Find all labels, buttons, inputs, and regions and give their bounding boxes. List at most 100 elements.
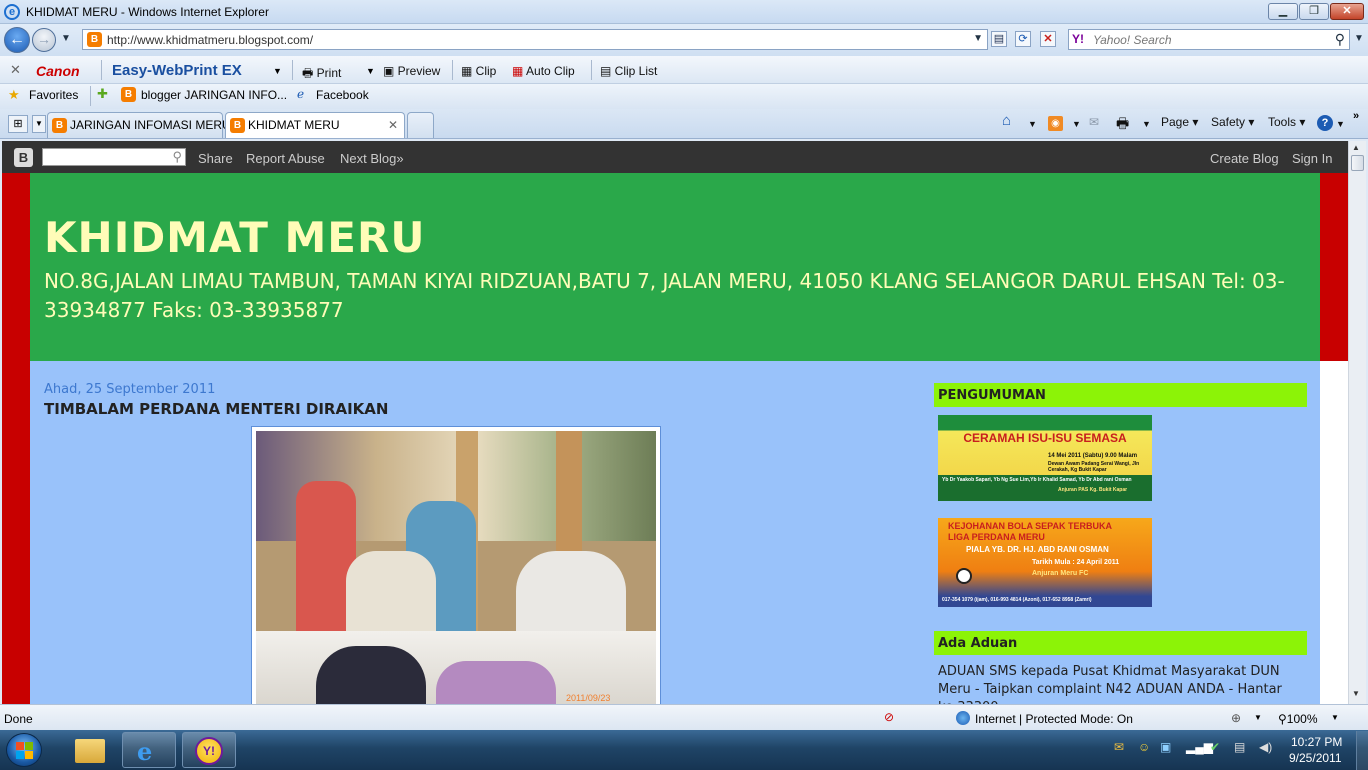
status-text: Done bbox=[4, 712, 33, 726]
refresh-icon[interactable]: ⟳ bbox=[1015, 31, 1031, 47]
search-box[interactable]: Y! Yahoo! Search ⚲ bbox=[1068, 29, 1350, 50]
close-tab-icon[interactable]: ✕ bbox=[388, 113, 398, 137]
stop-icon[interactable]: ✕ bbox=[1040, 31, 1056, 47]
sign-in-link[interactable]: Sign In bbox=[1292, 151, 1332, 166]
clip-button[interactable]: ▦ Clip bbox=[461, 64, 496, 78]
minimize-button[interactable]: ▁ bbox=[1268, 3, 1298, 20]
scroll-down-icon[interactable]: ▼ bbox=[1352, 689, 1360, 698]
tray-messenger-icon[interactable]: ✉ bbox=[1114, 740, 1124, 754]
blog-header: KHIDMAT MERU NO.8G,JALAN LIMAU TAMBUN, T… bbox=[30, 173, 1320, 361]
start-button[interactable] bbox=[6, 733, 42, 767]
tab-jaringan[interactable]: B JARINGAN INFOMASI MERU bbox=[47, 112, 231, 138]
address-bar[interactable]: B http://www.khidmatmeru.blogspot.com/ ▼ bbox=[82, 29, 988, 50]
favorites-star-icon: ★ bbox=[8, 87, 20, 102]
quick-tabs-icon[interactable]: ⊞ bbox=[8, 115, 28, 133]
folder-icon bbox=[75, 739, 105, 763]
zoom-dropdown-icon[interactable]: ▼ bbox=[1331, 713, 1339, 722]
auto-clip-button[interactable]: ▦ Auto Clip bbox=[512, 64, 575, 78]
blog-search-input[interactable]: ⚲ bbox=[42, 148, 186, 166]
show-desktop-button[interactable] bbox=[1356, 731, 1368, 770]
print-icon[interactable]: 🖶 bbox=[1116, 113, 1129, 137]
clip-list-icon: ▤ bbox=[600, 64, 615, 78]
page-menu[interactable]: Page ▾ bbox=[1161, 115, 1198, 129]
forward-button[interactable]: → bbox=[32, 28, 56, 52]
event-photo: 2011/09/23 bbox=[256, 431, 656, 704]
product-dropdown-icon[interactable]: ▼ bbox=[273, 66, 282, 76]
privacy-icon[interactable]: ⊘ bbox=[884, 710, 894, 724]
banner-bola-sepak[interactable]: KEJOHANAN BOLA SEPAK TERBUKA LIGA PERDAN… bbox=[938, 518, 1152, 607]
report-abuse-link[interactable]: Report Abuse bbox=[246, 151, 325, 166]
easy-webprint-menu[interactable]: Easy-WebPrint EX bbox=[112, 62, 242, 79]
tray-signal-icon[interactable]: ▂▄▆ bbox=[1186, 740, 1213, 754]
home-icon[interactable]: ⌂ bbox=[1002, 112, 1011, 129]
clip-list-button[interactable]: ▤ Clip List bbox=[600, 64, 657, 78]
vertical-scrollbar[interactable]: ▲ ▼ bbox=[1348, 141, 1366, 704]
announcement-heading: PENGUMUMAN bbox=[934, 383, 1307, 407]
blog-title[interactable]: KHIDMAT MERU bbox=[44, 213, 425, 262]
history-dropdown-icon[interactable]: ▼ bbox=[61, 33, 71, 44]
explorer-taskbar-button[interactable] bbox=[62, 732, 116, 768]
preview-button[interactable]: ▣ Preview bbox=[383, 64, 440, 78]
scroll-thumb[interactable] bbox=[1351, 155, 1364, 171]
address-dropdown-icon[interactable]: ▼ bbox=[973, 33, 983, 44]
create-blog-link[interactable]: Create Blog bbox=[1210, 151, 1279, 166]
add-favorite-icon[interactable]: ✚ bbox=[97, 86, 108, 102]
search-icon[interactable]: ⚲ bbox=[172, 149, 182, 165]
mail-icon[interactable]: ✉ bbox=[1089, 115, 1099, 129]
clock-date[interactable]: 9/25/2011 bbox=[1289, 751, 1342, 765]
tray-check-icon[interactable]: ✔ bbox=[1210, 740, 1220, 754]
url-text[interactable]: http://www.khidmatmeru.blogspot.com/ bbox=[107, 33, 313, 47]
close-toolbar-icon[interactable]: ✕ bbox=[10, 62, 21, 78]
favorites-button[interactable]: Favorites bbox=[29, 88, 78, 102]
ie-icon: e bbox=[137, 737, 153, 766]
help-icon[interactable]: ? bbox=[1317, 115, 1333, 131]
volume-icon[interactable]: ◀) bbox=[1259, 740, 1272, 754]
print-button[interactable]: 🖶 Print bbox=[302, 64, 341, 85]
tray-yahoo-icon[interactable]: ☺ bbox=[1138, 740, 1150, 754]
search-go-icon[interactable]: ⚲ bbox=[1335, 31, 1345, 48]
window-title: KHIDMAT MERU - Windows Internet Explorer bbox=[26, 5, 269, 19]
back-arrow-icon: ← bbox=[9, 31, 25, 48]
printer-icon: 🖶 bbox=[302, 66, 317, 80]
tab-list-icon[interactable]: ▼ bbox=[32, 115, 46, 133]
scroll-up-icon[interactable]: ▲ bbox=[1352, 143, 1360, 152]
back-button[interactable]: ← bbox=[4, 27, 30, 53]
ie-taskbar-button[interactable]: e bbox=[122, 732, 176, 768]
feed-dropdown-icon[interactable]: ▼ bbox=[1072, 119, 1081, 129]
yahoo-messenger-taskbar-button[interactable]: Y! bbox=[182, 732, 236, 768]
compatibility-view-icon[interactable]: ▤ bbox=[991, 31, 1007, 47]
clock-time[interactable]: 10:27 PM bbox=[1291, 735, 1342, 749]
search-input[interactable]: Yahoo! Search bbox=[1093, 33, 1172, 47]
blogger-navbar: B ⚲ Share Report Abuse Next Blog» Create… bbox=[2, 141, 1348, 173]
tab-khidmat-meru[interactable]: B KHIDMAT MERU ✕ bbox=[225, 112, 405, 138]
tray-app-icon[interactable]: ▣ bbox=[1160, 740, 1171, 754]
print-dropdown-icon[interactable]: ▼ bbox=[366, 66, 375, 76]
post-date: Ahad, 25 September 2011 bbox=[44, 382, 216, 397]
tray-device-icon[interactable]: ▤ bbox=[1234, 740, 1245, 754]
yahoo-search-icon: Y! bbox=[1072, 32, 1084, 46]
tools-menu[interactable]: Tools ▾ bbox=[1268, 115, 1305, 129]
fav-link-blogger[interactable]: blogger JARINGAN INFO... bbox=[141, 88, 287, 102]
zoom-level[interactable]: ⚲100% bbox=[1278, 712, 1318, 726]
post-photo[interactable]: 2011/09/23 bbox=[251, 426, 661, 704]
security-zone[interactable]: Internet | Protected Mode: On bbox=[975, 712, 1133, 726]
zone-dropdown-icon[interactable]: ▼ bbox=[1254, 713, 1262, 722]
fav-link-facebook[interactable]: Facebook bbox=[316, 88, 369, 102]
search-options-icon[interactable]: ▼ bbox=[1354, 33, 1364, 44]
protected-mode-icon[interactable]: ⊕ bbox=[1231, 711, 1241, 725]
help-dropdown-icon[interactable]: ▼ bbox=[1336, 119, 1345, 129]
share-link[interactable]: Share bbox=[198, 151, 233, 166]
safety-menu[interactable]: Safety ▾ bbox=[1211, 115, 1254, 129]
post-title[interactable]: TIMBALAM PERDANA MENTERI DIRAIKAN bbox=[44, 400, 388, 418]
blogger-logo-icon[interactable]: B bbox=[14, 148, 33, 167]
rss-feed-icon[interactable]: ◉ bbox=[1048, 116, 1063, 131]
toolbar-overflow-icon[interactable]: » bbox=[1353, 110, 1359, 122]
new-tab-button[interactable] bbox=[407, 112, 434, 138]
close-window-button[interactable]: ✕ bbox=[1330, 3, 1364, 20]
home-dropdown-icon[interactable]: ▼ bbox=[1028, 119, 1037, 129]
next-blog-link[interactable]: Next Blog» bbox=[340, 151, 404, 166]
ie-logo-icon: e bbox=[4, 4, 20, 20]
print-dropdown-icon[interactable]: ▼ bbox=[1142, 119, 1151, 129]
banner-ceramah[interactable]: CERAMAH ISU-ISU SEMASA 14 Mei 2011 (Sabt… bbox=[938, 415, 1152, 501]
restore-button[interactable]: ❐ bbox=[1299, 3, 1329, 20]
